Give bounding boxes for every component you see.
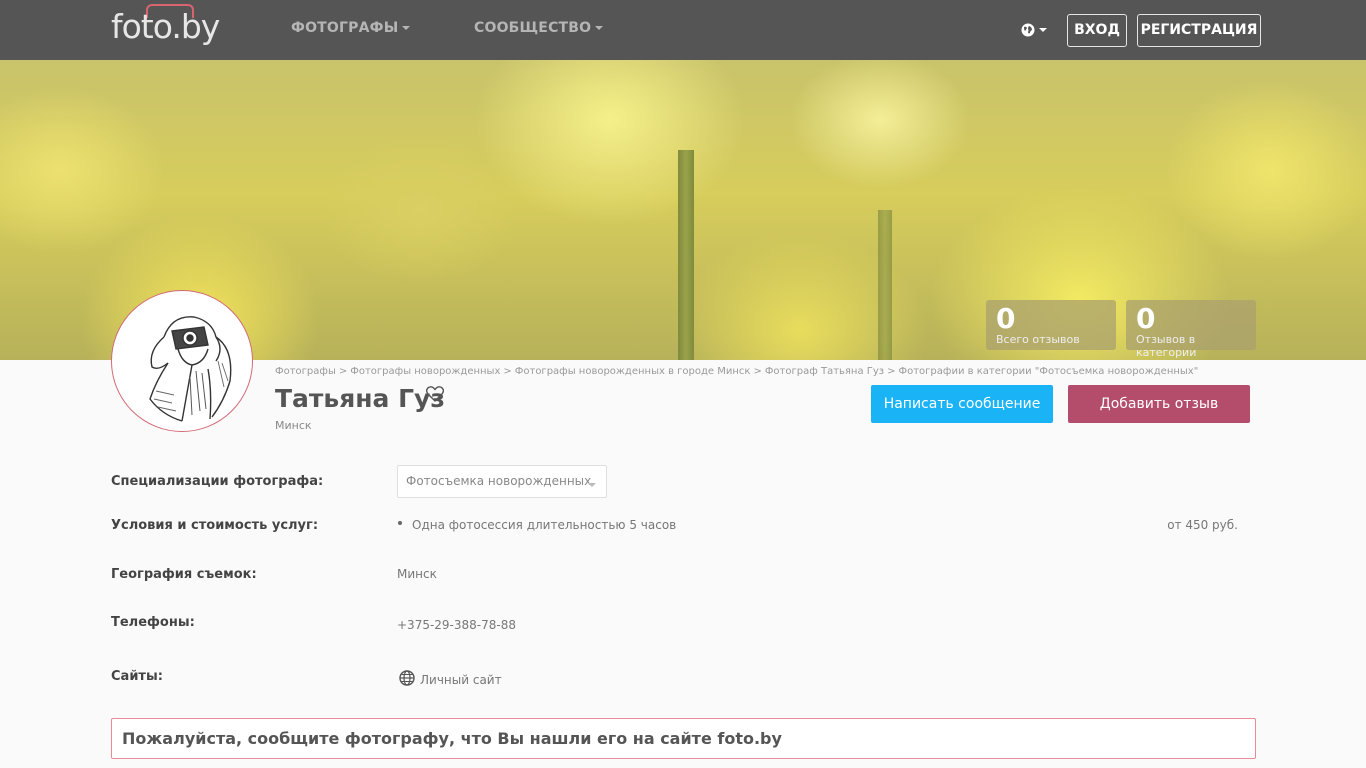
phone-value[interactable]: +375-29-388-78-88 <box>397 618 516 632</box>
service-item: Одна фотосессия длительностью 5 часов <box>412 518 677 532</box>
stat-category-reviews: 0 Отзывов в категории <box>1126 300 1256 359</box>
banner-tulip-stem <box>678 150 694 360</box>
nav-community-label: СООБЩЕСТВО <box>474 20 592 36</box>
site-logo[interactable]: foto.by <box>111 7 220 46</box>
photographer-sketch-icon <box>149 316 232 422</box>
globe-icon <box>399 670 415 686</box>
specializations-label: Специализации фотографа: <box>111 474 324 489</box>
chevron-down-icon <box>588 483 596 487</box>
personal-site-link[interactable]: Личный сайт <box>420 673 502 687</box>
language-selector[interactable] <box>1021 20 1047 38</box>
service-price: от 450 руб. <box>1167 518 1238 532</box>
breadcrumb-link[interactable]: Фотографы <box>275 366 336 377</box>
services-label: Условия и стоимость услуг: <box>111 518 319 533</box>
notice-text: Пожалуйста, сообщите фотографу, что Вы н… <box>122 729 782 748</box>
list-bullet <box>398 521 402 525</box>
chevron-down-icon <box>402 26 411 30</box>
register-button[interactable]: РЕГИСТРАЦИЯ <box>1137 14 1261 47</box>
globe-icon <box>1021 23 1035 36</box>
chevron-down-icon <box>1039 27 1047 32</box>
favorite-heart-icon[interactable] <box>426 386 444 402</box>
photographer-name: Татьяна Гуз <box>275 384 445 413</box>
notice-box: Пожалуйста, сообщите фотографу, что Вы н… <box>111 718 1256 759</box>
breadcrumb-link[interactable]: Фотографы новорожденных <box>350 366 500 377</box>
specialization-selected-value: Фотосъемка новорожденных <box>406 474 592 488</box>
breadcrumb-link[interactable]: Фотографии в категории "Фотосъемка новор… <box>899 366 1199 377</box>
add-review-button[interactable]: Добавить отзыв <box>1068 385 1250 423</box>
nav-photographers-label: ФОТОГРАФЫ <box>291 20 399 36</box>
stat-category-reviews-label: Отзывов в категории <box>1136 333 1197 359</box>
specialization-select[interactable]: Фотосъемка новорожденных <box>397 465 607 498</box>
avatar[interactable] <box>111 290 253 432</box>
breadcrumb: Фотографы > Фотографы новорожденных > Фотогр… <box>275 366 1199 377</box>
chevron-down-icon <box>595 26 604 30</box>
top-navbar: foto.by ФОТОГРАФЫ СООБЩЕСТВО ВХОД РЕГИСТ… <box>0 0 1366 60</box>
geography-value: Минск <box>397 567 437 581</box>
sites-label: Сайты: <box>111 669 163 684</box>
geography-label: География съемок: <box>111 567 257 582</box>
phones-label: Телефоны: <box>111 615 195 630</box>
login-button[interactable]: ВХОД <box>1067 14 1127 47</box>
breadcrumb-link[interactable]: Фотограф Татьяна Гуз <box>765 366 884 377</box>
stat-total-reviews-label: Всего отзывов <box>996 333 1080 346</box>
banner-tulip-stem <box>878 210 892 360</box>
breadcrumb-link[interactable]: Фотографы новорожденных в городе Минск <box>515 366 751 377</box>
stat-category-reviews-value: 0 <box>1136 302 1156 335</box>
nav-community[interactable]: СООБЩЕСТВО <box>474 20 604 36</box>
stat-total-reviews: 0 Всего отзывов <box>986 300 1116 350</box>
stat-total-reviews-value: 0 <box>996 302 1016 335</box>
photographer-city: Минск <box>275 419 312 432</box>
nav-photographers[interactable]: ФОТОГРАФЫ <box>291 20 411 36</box>
write-message-button[interactable]: Написать сообщение <box>871 385 1053 423</box>
